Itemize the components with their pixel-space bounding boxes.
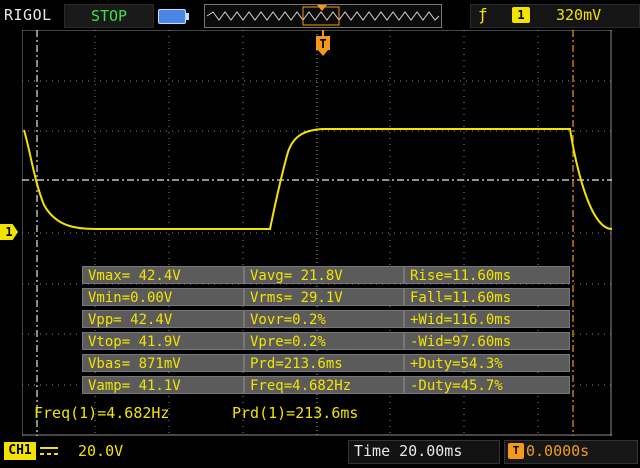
- frequency-readout: Freq(1)=4.682Hz: [34, 404, 170, 422]
- run-stop-status[interactable]: STOP: [64, 4, 154, 28]
- battery-icon: [158, 9, 189, 24]
- measurement-cell: +Duty=54.3%: [404, 354, 570, 372]
- measurement-cell: Vpp= 42.4V: [82, 310, 244, 328]
- measurement-cell: Vovr=0.2%: [244, 310, 404, 328]
- measurement-cell: Vbas= 871mV: [82, 354, 244, 372]
- measurement-table: Vmax= 42.4V Vmin=0.00V Vpp= 42.4V Vtop= …: [82, 266, 572, 400]
- channel1-marker[interactable]: 1: [0, 224, 18, 240]
- channel1-badge[interactable]: CH1: [4, 442, 36, 460]
- measurement-cell: Vmax= 42.4V: [82, 266, 244, 284]
- rising-edge-icon: ƒ: [478, 5, 488, 24]
- measurement-cell: Vamp= 41.1V: [82, 376, 244, 394]
- timebase-scale: Time 20.00ms: [354, 442, 463, 460]
- measurement-cell: Vtop= 41.9V: [82, 332, 244, 350]
- vertical-scale[interactable]: 20.0V: [78, 441, 123, 461]
- dc-coupling-icon: [38, 443, 60, 459]
- measurement-cell: Freq=4.682Hz: [244, 376, 404, 394]
- measurement-cell: Rise=11.60ms: [404, 266, 570, 284]
- memory-waveform-strip[interactable]: [204, 4, 442, 28]
- trigger-level: 320mV: [556, 6, 602, 24]
- measurement-cell: -Wid=97.60ms: [404, 332, 570, 350]
- measurement-cell: +Wid=116.0ms: [404, 310, 570, 328]
- channel1-trace: [23, 128, 612, 230]
- measurement-cell: Vavg= 21.8V: [244, 266, 404, 284]
- trigger-marker-label: T: [319, 37, 326, 51]
- brand-logo: RIGOL: [4, 6, 52, 24]
- measurement-cell: Prd=213.6ms: [244, 354, 404, 372]
- trigger-offset: 0.0000s: [526, 442, 590, 460]
- measurement-cell: Vmin=0.00V: [82, 288, 244, 306]
- measurement-cell: Vrms= 29.1V: [244, 288, 404, 306]
- memory-waveform-icon: [206, 5, 440, 26]
- period-readout: Prd(1)=213.6ms: [232, 404, 359, 422]
- trigger-source-badge: 1: [512, 7, 530, 23]
- measurement-cell: Fall=11.60ms: [404, 288, 570, 306]
- measurement-cell: -Duty=45.7%: [404, 376, 570, 394]
- trigger-position-marker: T: [316, 30, 330, 56]
- trigger-panel[interactable]: [470, 4, 640, 28]
- trigger-offset-icon: T: [508, 443, 524, 459]
- measurement-cell: Vpre=0.2%: [244, 332, 404, 350]
